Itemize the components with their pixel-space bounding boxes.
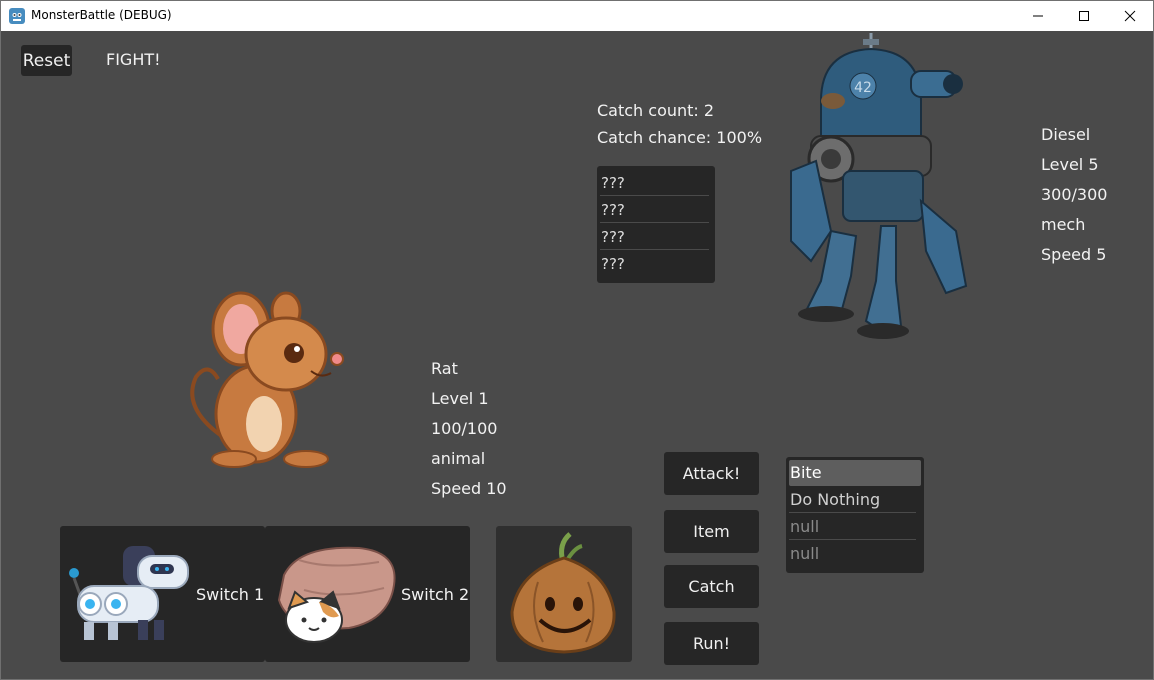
move-item-bite[interactable]: Bite: [789, 460, 921, 486]
player-speed: Speed 10: [431, 479, 507, 498]
close-icon: [1124, 10, 1136, 22]
fight-label: FIGHT!: [106, 50, 161, 69]
catch-list-item[interactable]: ???: [600, 197, 709, 223]
player-name: Rat: [431, 359, 458, 378]
enemy-level: Level 5: [1041, 155, 1099, 174]
switch-2-button[interactable]: Switch 2: [265, 526, 470, 662]
robot-dog-sprite: [69, 546, 189, 640]
catch-list-item[interactable]: ???: [600, 251, 709, 277]
catch-button[interactable]: Catch: [664, 565, 759, 608]
catch-chance-label: Catch chance: 100%: [597, 128, 763, 147]
move-item-null[interactable]: null: [789, 541, 921, 567]
move-item-do-nothing[interactable]: Do Nothing: [789, 487, 916, 513]
switch-1-button[interactable]: Switch 1: [60, 526, 265, 662]
attack-button[interactable]: Attack!: [664, 452, 759, 495]
enemy-name: Diesel: [1041, 125, 1091, 144]
player-hp: 100/100: [431, 419, 498, 438]
enemy-mech-sprite: 42: [790, 33, 968, 339]
title-bar: MonsterBattle (DEBUG): [1, 1, 1153, 31]
minimize-button[interactable]: [1015, 1, 1061, 31]
run-button[interactable]: Run!: [664, 622, 759, 665]
enemy-type: mech: [1041, 215, 1086, 234]
switch-2-label: Switch 2: [401, 585, 470, 604]
catch-list-item[interactable]: ???: [600, 170, 709, 196]
player-type: animal: [431, 449, 486, 468]
enemy-speed: Speed 5: [1041, 245, 1107, 264]
close-button[interactable]: [1107, 1, 1153, 31]
moves-list: Bite Do Nothing null null: [786, 457, 924, 573]
app-window: MonsterBattle (DEBUG) Reset FIGHT! Catch…: [0, 0, 1154, 680]
reset-button[interactable]: Reset: [21, 45, 72, 76]
game-area: Reset FIGHT! Catch count: 2 Catch chance…: [1, 31, 1153, 679]
maximize-icon: [1079, 11, 1089, 21]
switch-1-label: Switch 1: [196, 585, 265, 604]
maximize-button[interactable]: [1061, 1, 1107, 31]
move-item-null[interactable]: null: [789, 514, 916, 540]
cat-in-bag-sprite: [277, 546, 396, 643]
enemy-hp: 300/300: [1041, 185, 1108, 204]
item-slot-button[interactable]: [496, 526, 632, 662]
catch-list-item[interactable]: ???: [600, 224, 709, 250]
catch-count-label: Catch count: 2: [597, 101, 715, 120]
godot-app-icon: [9, 8, 25, 24]
window-title: MonsterBattle (DEBUG): [31, 8, 172, 22]
svg-text:42: 42: [854, 80, 872, 96]
player-level: Level 1: [431, 389, 489, 408]
onion-sprite: [510, 532, 616, 654]
minimize-icon: [1033, 15, 1043, 17]
item-button[interactable]: Item: [664, 510, 759, 553]
catch-list: ??? ??? ??? ???: [597, 166, 715, 283]
player-rat-sprite: [190, 291, 344, 468]
